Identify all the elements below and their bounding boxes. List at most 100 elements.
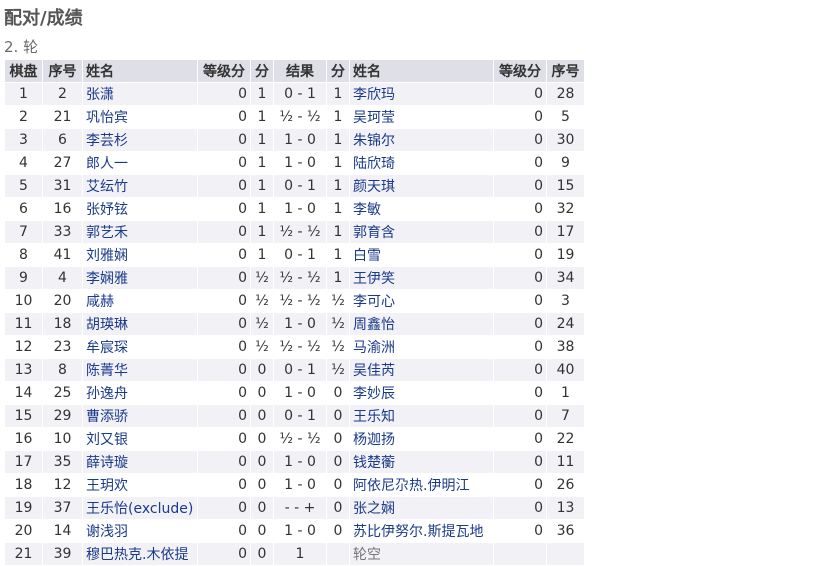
table-row: 9 4 李娴雅 0 ½ ½ - ½ 1 王伊笑 0 34 [4, 266, 585, 290]
black-player-name[interactable]: 李欣玛 [349, 82, 494, 106]
black-player-name[interactable]: 颜天琪 [349, 174, 494, 198]
result-cell: ½ - ½ [273, 335, 327, 359]
black-player-name[interactable]: 钱楚蘅 [349, 450, 494, 474]
white-player-name[interactable]: 王乐怡(exclude) [82, 496, 198, 520]
white-player-number: 41 [42, 243, 83, 267]
white-player-name[interactable]: 薛诗璇 [82, 450, 198, 474]
table-row: 13 8 陈菁华 0 0 0 - 1 ½ 吴佳芮 0 40 [4, 358, 585, 382]
white-player-name[interactable]: 郎人一 [82, 151, 198, 175]
black-player-name[interactable]: 苏比伊努尔.斯提瓦地 [349, 519, 494, 543]
result-cell: 1 - 0 [273, 128, 327, 152]
black-player-name[interactable]: 朱锦尔 [349, 128, 494, 152]
header-result[interactable]: 结果 [273, 59, 327, 83]
white-player-rating: 0 [197, 289, 251, 313]
white-player-number: 2 [42, 82, 83, 106]
white-player-name[interactable]: 李娴雅 [82, 266, 198, 290]
black-player-points: 0 [326, 381, 350, 405]
white-player-points: 1 [250, 151, 274, 175]
black-player-name[interactable]: 杨迦扬 [349, 427, 494, 451]
white-player-name[interactable]: 咸赫 [82, 289, 198, 313]
black-player-name[interactable]: 李可心 [349, 289, 494, 313]
black-player-name[interactable]: 阿依尼尕热.伊明江 [349, 473, 494, 497]
white-player-name[interactable]: 刘又银 [82, 427, 198, 451]
white-player-number: 25 [42, 381, 83, 405]
black-player-points: 1 [326, 128, 350, 152]
white-player-name[interactable]: 刘雅娴 [82, 243, 198, 267]
white-player-name[interactable]: 张妤铉 [82, 197, 198, 221]
result-cell: 0 - 1 [273, 174, 327, 198]
header-white-points[interactable]: 分 [250, 59, 274, 83]
table-row: 21 39 穆巴热克.木依提 0 0 1 轮空 [4, 542, 585, 566]
black-player-rating: 0 [493, 335, 547, 359]
black-player-name[interactable]: 李妙辰 [349, 381, 494, 405]
white-player-rating: 0 [197, 266, 251, 290]
black-player-name[interactable]: 张之娴 [349, 496, 494, 520]
table-row: 19 37 王乐怡(exclude) 0 0- - +0 张之娴 0 13 [4, 496, 585, 520]
black-player-name[interactable]: 吴佳芮 [349, 358, 494, 382]
header-black-points[interactable]: 分 [326, 59, 350, 83]
white-player-name[interactable]: 张潇 [82, 82, 198, 106]
black-player-name[interactable]: 陆欣琦 [349, 151, 494, 175]
result-cell: 1 - 0 [273, 381, 327, 405]
result-cell: ½ - ½ [273, 266, 327, 290]
black-player-name[interactable]: 周鑫怡 [349, 312, 494, 336]
white-player-name[interactable]: 艾纭竹 [82, 174, 198, 198]
black-player-number: 13 [546, 496, 585, 520]
black-player-name[interactable]: 郭育含 [349, 220, 494, 244]
white-player-name[interactable]: 郭艺禾 [82, 220, 198, 244]
result-cell: 0 - 1 [273, 404, 327, 428]
result-cell: 0 - 1 [273, 243, 327, 267]
header-board[interactable]: 棋盘 [4, 59, 43, 83]
black-player-number: 24 [546, 312, 585, 336]
white-player-rating: 0 [197, 358, 251, 382]
table-row: 18 12 王玥欢 0 0 1 - 0 0 阿依尼尕热.伊明江 0 26 [4, 473, 585, 497]
white-player-name[interactable]: 孙逸舟 [82, 381, 198, 405]
black-player-points: 0 [326, 427, 350, 451]
white-player-name[interactable]: 陈菁华 [82, 358, 198, 382]
white-player-number: 8 [42, 358, 83, 382]
black-player-rating: 0 [493, 473, 547, 497]
header-white-rating[interactable]: 等级分 [197, 59, 251, 83]
board-cell: 13 [4, 358, 43, 382]
white-player-points: 1 [250, 197, 274, 221]
header-black-no[interactable]: 序号 [546, 59, 585, 83]
black-player-number: 40 [546, 358, 585, 382]
board-cell: 17 [4, 450, 43, 474]
board-cell: 5 [4, 174, 43, 198]
white-player-name[interactable]: 牟宸琛 [82, 335, 198, 359]
black-player-rating: 0 [493, 312, 547, 336]
white-player-name[interactable]: 谢浅羽 [82, 519, 198, 543]
white-player-number: 37 [42, 496, 83, 520]
white-player-points: ½ [250, 312, 274, 336]
white-player-name[interactable]: 李芸杉 [82, 128, 198, 152]
black-player-name[interactable]: 王伊笑 [349, 266, 494, 290]
black-player-name[interactable]: 李敏 [349, 197, 494, 221]
white-player-points: 1 [250, 82, 274, 106]
board-cell: 10 [4, 289, 43, 313]
white-player-points: 1 [250, 243, 274, 267]
header-white-no[interactable]: 序号 [42, 59, 83, 83]
board-cell: 19 [4, 496, 43, 520]
black-player-points: ½ [326, 335, 350, 359]
black-player-number: 22 [546, 427, 585, 451]
white-player-name[interactable]: 穆巴热克.木依提 [82, 542, 198, 566]
result-cell: 0 - 1 [273, 82, 327, 106]
black-player-name[interactable]: 吴珂莹 [349, 105, 494, 129]
white-player-name[interactable]: 曹添骄 [82, 404, 198, 428]
header-white-name[interactable]: 姓名 [82, 59, 198, 83]
black-player-name[interactable]: 马渝洲 [349, 335, 494, 359]
black-player-rating: 0 [493, 404, 547, 428]
header-black-rating[interactable]: 等级分 [493, 59, 547, 83]
black-player-name[interactable]: 王乐知 [349, 404, 494, 428]
black-player-number: 36 [546, 519, 585, 543]
board-cell: 12 [4, 335, 43, 359]
black-player-points: 1 [326, 266, 350, 290]
white-player-name[interactable]: 王玥欢 [82, 473, 198, 497]
white-player-number: 31 [42, 174, 83, 198]
black-player-name[interactable]: 白雪 [349, 243, 494, 267]
white-player-name[interactable]: 胡瑛琳 [82, 312, 198, 336]
white-player-name[interactable]: 巩怡宾 [82, 105, 198, 129]
header-black-name[interactable]: 姓名 [349, 59, 494, 83]
black-player-points: 0 [326, 496, 350, 520]
result-cell: 1 - 0 [273, 197, 327, 221]
